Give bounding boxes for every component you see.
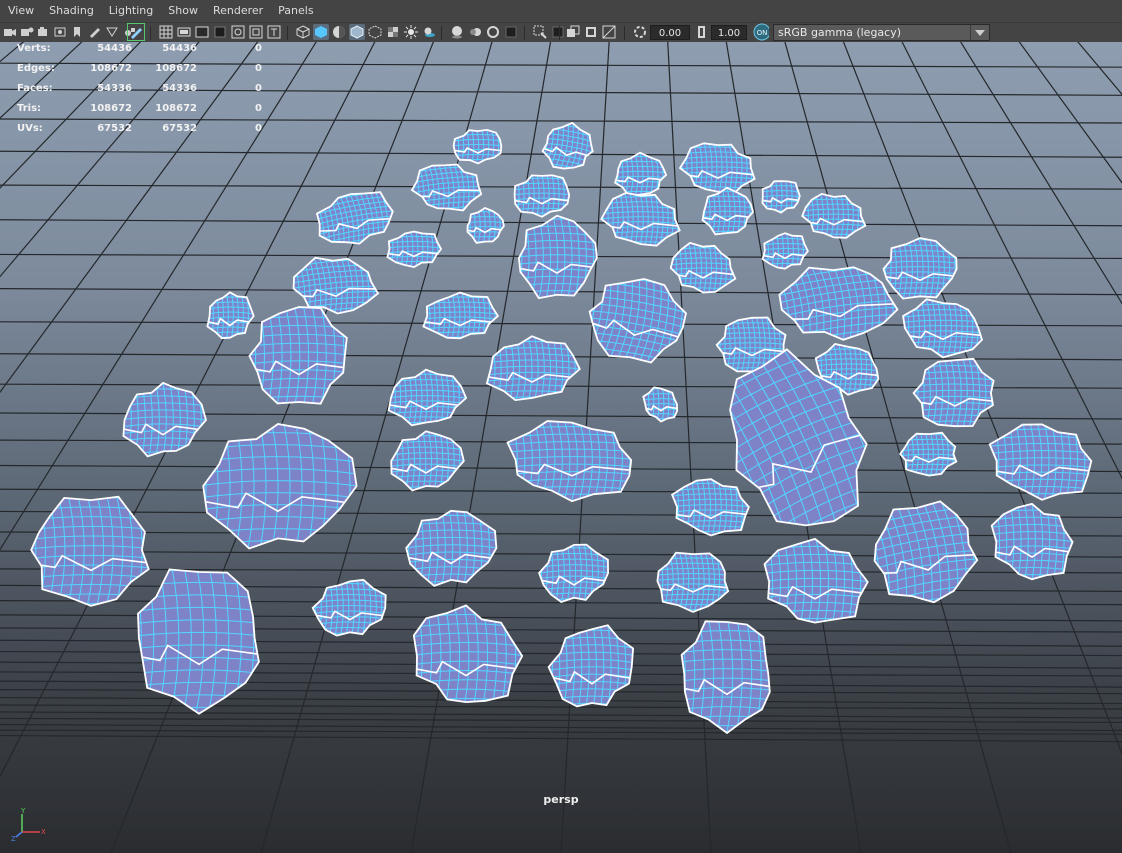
- menu-shading[interactable]: Shading: [41, 0, 101, 22]
- rock-mesh[interactable]: [876, 235, 966, 301]
- rock-mesh[interactable]: [385, 226, 443, 270]
- 2d-pan-zoom-icon[interactable]: [70, 24, 86, 40]
- view-transform-value: sRGB gamma (legacy): [778, 26, 902, 39]
- menu-show[interactable]: Show: [160, 0, 205, 22]
- select-camera-icon[interactable]: [2, 24, 18, 40]
- bookmarks-icon[interactable]: [36, 24, 52, 40]
- textured-icon[interactable]: [385, 24, 401, 40]
- exposure-icon[interactable]: [632, 24, 648, 40]
- screen-space-ao-icon[interactable]: [449, 24, 465, 40]
- depth-of-field-icon[interactable]: [503, 24, 519, 40]
- rock-mesh[interactable]: [407, 596, 525, 712]
- wireframe-on-shaded-icon[interactable]: [349, 24, 365, 40]
- rock-mesh[interactable]: [311, 573, 388, 641]
- rock-mesh[interactable]: [206, 287, 255, 343]
- hud-row-edges: Edges: 108672 108672 0: [17, 63, 262, 74]
- resolution-gate-icon[interactable]: [194, 24, 210, 40]
- rock-meshes: [19, 117, 1099, 735]
- camera-attributes-icon[interactable]: [19, 24, 35, 40]
- rock-mesh[interactable]: [120, 375, 208, 462]
- rock-mesh[interactable]: [241, 299, 362, 409]
- rock-mesh[interactable]: [759, 530, 877, 630]
- rock-mesh[interactable]: [408, 155, 487, 217]
- view-transform-dropdown[interactable]: sRGB gamma (legacy): [773, 24, 990, 41]
- hud-row-uvs: UVs: 67532 67532 0: [17, 123, 262, 134]
- xray-active-components-icon[interactable]: [565, 24, 581, 40]
- chevron-down-icon[interactable]: [970, 25, 989, 40]
- rock-mesh[interactable]: [388, 424, 465, 495]
- rock-mesh[interactable]: [988, 496, 1078, 585]
- hud-row-faces: Faces: 54336 54336 0: [17, 83, 262, 94]
- rock-mesh[interactable]: [670, 612, 790, 735]
- shadows-icon[interactable]: [421, 24, 437, 40]
- field-chart-icon[interactable]: [230, 24, 246, 40]
- rock-mesh[interactable]: [648, 548, 740, 613]
- film-gate-icon[interactable]: [176, 24, 192, 40]
- menu-bar: View Shading Lighting Show Renderer Pane…: [0, 0, 1122, 22]
- rock-mesh[interactable]: [697, 186, 760, 236]
- lights-icon[interactable]: [403, 24, 419, 40]
- rock-mesh[interactable]: [198, 409, 362, 558]
- panel-toolbar: 0.00 1.00 ON sRGB gamma (legacy): [0, 22, 1122, 43]
- xray-joints-icon[interactable]: [550, 24, 566, 40]
- menu-view[interactable]: View: [0, 0, 41, 22]
- persp-viewport[interactable]: Verts: 54436 54436 0 Edges: 108672 10867…: [0, 42, 1122, 853]
- menu-lighting[interactable]: Lighting: [101, 0, 160, 22]
- rock-mesh[interactable]: [895, 429, 963, 477]
- gamma-field[interactable]: 1.00: [711, 25, 747, 40]
- hud-row-verts: Verts: 54436 54436 0: [17, 43, 262, 54]
- svg-text:Y: Y: [20, 807, 26, 815]
- wireframe-icon[interactable]: [295, 24, 311, 40]
- rock-mesh[interactable]: [538, 536, 610, 607]
- safe-action-icon[interactable]: [248, 24, 264, 40]
- rock-mesh[interactable]: [511, 168, 574, 220]
- rock-mesh[interactable]: [510, 212, 608, 301]
- rock-mesh[interactable]: [761, 228, 809, 272]
- gate-mask-icon[interactable]: [212, 24, 228, 40]
- gamma-icon[interactable]: [694, 24, 710, 40]
- two-sided-lighting-icon[interactable]: [583, 24, 599, 40]
- menu-panels[interactable]: Panels: [270, 0, 320, 22]
- multisample-aa-icon[interactable]: [485, 24, 501, 40]
- exposure-field[interactable]: 0.00: [650, 25, 690, 40]
- rock-mesh[interactable]: [853, 486, 997, 614]
- poly-count-hud: Verts: 54436 54436 0 Edges: 108672 10867…: [0, 42, 280, 142]
- camera-name-label: persp: [543, 793, 579, 806]
- rock-mesh[interactable]: [451, 125, 505, 167]
- rock-mesh[interactable]: [308, 179, 402, 255]
- scene-canvas: [0, 42, 1122, 853]
- svg-text:X: X: [41, 828, 46, 836]
- rock-mesh[interactable]: [463, 206, 507, 244]
- color-management-toggle[interactable]: ON: [753, 23, 769, 41]
- isolate-select-icon[interactable]: [532, 24, 548, 40]
- rock-mesh[interactable]: [421, 287, 500, 343]
- default-material-icon[interactable]: [331, 24, 347, 40]
- rock-mesh[interactable]: [899, 294, 989, 360]
- safe-title-icon[interactable]: [266, 24, 282, 40]
- pencil-tool-icon[interactable]: [127, 23, 145, 41]
- svg-text:ON: ON: [757, 29, 768, 37]
- grease-pencil-icon[interactable]: [87, 24, 103, 40]
- smooth-shade-icon[interactable]: [313, 24, 329, 40]
- rock-mesh[interactable]: [669, 473, 753, 539]
- svg-text:Z: Z: [11, 835, 16, 842]
- axis-gizmo-icon: Y X Z: [11, 807, 46, 842]
- rock-mesh[interactable]: [986, 415, 1099, 504]
- rock-mesh[interactable]: [800, 189, 868, 241]
- rock-mesh[interactable]: [760, 176, 802, 215]
- rock-mesh[interactable]: [19, 488, 163, 608]
- grid-icon[interactable]: [158, 24, 174, 40]
- motion-blur-icon[interactable]: [467, 24, 483, 40]
- rock-mesh[interactable]: [610, 151, 673, 197]
- backface-culling-icon[interactable]: [601, 24, 617, 40]
- hud-row-tris: Tris: 108672 108672 0: [17, 103, 262, 114]
- rock-mesh[interactable]: [535, 117, 601, 176]
- image-plane-icon[interactable]: [53, 24, 69, 40]
- xray-icon[interactable]: [367, 24, 383, 40]
- camera-gate-icon[interactable]: [104, 24, 120, 40]
- rock-mesh[interactable]: [599, 187, 683, 249]
- menu-renderer[interactable]: Renderer: [205, 0, 270, 22]
- rock-mesh[interactable]: [642, 384, 680, 423]
- rock-mesh[interactable]: [386, 364, 470, 430]
